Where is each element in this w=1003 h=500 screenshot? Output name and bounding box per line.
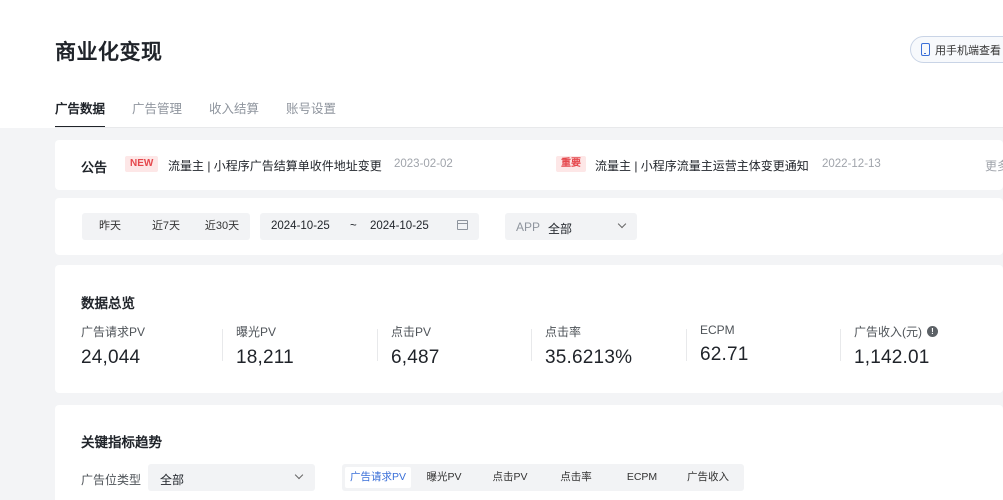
metric-value: 18,211 <box>236 347 294 368</box>
trend-tab-click-pv[interactable]: 点击PV <box>477 467 543 488</box>
metric-divider <box>840 329 841 361</box>
metric-divider <box>222 329 223 361</box>
metric-value: 24,044 <box>81 347 141 368</box>
tab-account-settings[interactable]: 账号设置 <box>286 98 336 128</box>
date-separator: ~ <box>350 220 357 232</box>
view-on-mobile-button[interactable]: 用手机端查看 <box>910 36 1003 63</box>
metric-label: 点击率 <box>545 325 582 339</box>
metric-label: 点击PV <box>391 325 432 339</box>
metric-value: 6,487 <box>391 347 440 368</box>
trend-tab-ecpm[interactable]: ECPM <box>609 467 675 488</box>
calendar-icon <box>457 220 468 230</box>
info-circle-icon[interactable]: ! <box>927 326 938 337</box>
app-select-value: 全部 <box>548 222 573 236</box>
metric-label-text: 广告收入(元) <box>854 325 922 339</box>
metric-ad-request-pv: 广告请求PV 24,044 <box>81 323 236 369</box>
trend-tab-exposure-pv[interactable]: 曝光PV <box>411 467 477 488</box>
metric-exposure-pv: 曝光PV 18,211 <box>236 323 391 369</box>
announcement-date: 2023-02-02 <box>394 158 453 170</box>
metric-label: 曝光PV <box>236 325 277 339</box>
filter-bar: 昨天 近7天 近30天 2024-10-25 ~ 2024-10-25 APP … <box>55 198 1003 255</box>
important-badge: 重要 <box>556 156 586 172</box>
overview-title: 数据总览 <box>81 296 135 311</box>
header: 商业化变现 用手机端查看 广告数据 广告管理 收入结算 账号设置 <box>0 0 1003 128</box>
view-on-mobile-label: 用手机端查看 <box>935 44 1001 57</box>
page: 商业化变现 用手机端查看 广告数据 广告管理 收入结算 账号设置 公告 NEW … <box>0 0 1003 500</box>
date-start: 2024-10-25 <box>271 220 330 232</box>
tab-ad-management[interactable]: 广告管理 <box>132 98 182 128</box>
main-tabs: 广告数据 广告管理 收入结算 账号设置 <box>55 98 336 128</box>
metric-value: 1,142.01 <box>854 347 930 368</box>
tabs-divider <box>55 127 1003 128</box>
app-select[interactable]: APP 全部 <box>505 213 637 240</box>
key-metrics-trend-card: 关键指标趋势 广告位类型 全部 广告请求PV 曝光PV 点击PV 点击率 ECP… <box>55 405 1003 500</box>
ad-type-select-value: 全部 <box>160 473 185 487</box>
trend-title: 关键指标趋势 <box>81 435 162 450</box>
data-overview-card: 数据总览 广告请求PV 24,044 曝光PV 18,211 点击PV 6,48… <box>55 265 1003 393</box>
tab-ad-data[interactable]: 广告数据 <box>55 98 106 128</box>
metric-label: ECPM <box>700 323 735 337</box>
more-announcements-link[interactable]: 更多 <box>985 157 1003 174</box>
metric-divider <box>377 329 378 361</box>
metric-divider <box>686 329 687 361</box>
app-select-label: APP <box>516 220 541 234</box>
announcement-link[interactable]: 流量主 | 小程序广告结算单收件地址变更 <box>168 157 382 174</box>
trend-metric-tabs: 广告请求PV 曝光PV 点击PV 点击率 ECPM 广告收入 <box>342 464 744 491</box>
range-30days-button[interactable]: 近30天 <box>194 213 250 240</box>
page-title: 商业化变现 <box>55 41 163 64</box>
metric-value: 35.6213% <box>545 347 633 368</box>
range-yesterday-button[interactable]: 昨天 <box>82 213 138 240</box>
announcement-link[interactable]: 流量主 | 小程序流量主运营主体变更通知 <box>595 157 809 174</box>
ad-type-select[interactable]: 全部 <box>148 464 315 491</box>
chevron-down-icon <box>294 470 304 480</box>
range-7days-button[interactable]: 近7天 <box>138 213 194 240</box>
metric-ecpm: ECPM 62.71 <box>700 323 855 366</box>
trend-tab-ad-income[interactable]: 广告收入 <box>675 467 741 488</box>
ad-type-label: 广告位类型 <box>81 473 142 487</box>
date-end: 2024-10-25 <box>370 220 429 232</box>
trend-tab-ad-request-pv[interactable]: 广告请求PV <box>345 467 411 488</box>
trend-tab-click-rate[interactable]: 点击率 <box>543 467 609 488</box>
quick-date-range: 昨天 近7天 近30天 <box>82 213 250 240</box>
new-badge: NEW <box>125 156 159 172</box>
metric-divider <box>531 329 532 361</box>
metric-click-rate: 点击率 35.6213% <box>545 323 700 369</box>
metric-ad-income: 广告收入(元) ! 1,142.01 <box>854 323 1003 369</box>
tab-income-settlement[interactable]: 收入结算 <box>209 98 259 128</box>
announcement-label: 公告 <box>81 160 108 175</box>
metric-value: 62.71 <box>700 344 749 365</box>
date-range-picker[interactable]: 2024-10-25 ~ 2024-10-25 <box>260 213 479 240</box>
announcement-date: 2022-12-13 <box>822 158 881 170</box>
announcement-bar: 公告 NEW 流量主 | 小程序广告结算单收件地址变更 2023-02-02 重… <box>55 140 1003 190</box>
chevron-down-icon <box>617 219 627 229</box>
metric-click-pv: 点击PV 6,487 <box>391 323 546 369</box>
metric-label: 广告请求PV <box>81 325 146 339</box>
metric-label: 广告收入(元) ! <box>854 323 1003 340</box>
mobile-phone-icon <box>921 43 930 56</box>
